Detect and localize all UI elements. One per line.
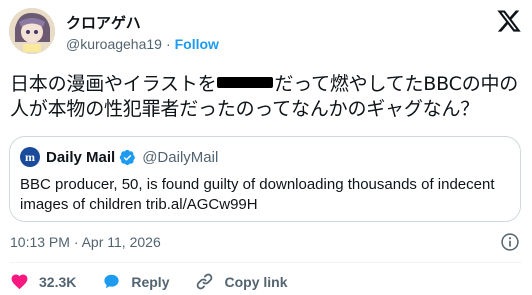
daily-mail-logo-icon: m: [20, 147, 40, 167]
quote-header: m Daily Mail @DailyMail: [20, 147, 218, 167]
link-icon: [197, 273, 213, 290]
avatar-image: [9, 8, 55, 54]
quote-source-handle: @DailyMail: [142, 148, 219, 166]
follow-button[interactable]: Follow: [175, 36, 219, 52]
reply-button[interactable]: Reply: [102, 272, 169, 291]
copy-link-button[interactable]: Copy link: [195, 272, 288, 291]
quote-text: BBC producer, 50, is found guilty of dow…: [20, 176, 495, 213]
info-icon[interactable]: [500, 232, 520, 252]
redaction-bar: [217, 77, 274, 88]
like-button[interactable]: 32.3K: [10, 272, 76, 291]
quoted-tweet-card[interactable]: m Daily Mail @DailyMail BBC producer, 50…: [9, 136, 521, 222]
heart-icon: [11, 274, 28, 290]
reply-bubble-icon: [104, 274, 119, 289]
quote-source-name: Daily Mail: [46, 148, 116, 166]
tweet-timestamp[interactable]: 10:13 PM · Apr 11, 2026: [10, 234, 161, 250]
like-count: 32.3K: [39, 273, 77, 290]
copy-link-label: Copy link: [224, 273, 288, 290]
verified-badge-icon: [119, 149, 136, 165]
author-handle[interactable]: @kuroageha19: [66, 36, 162, 52]
author-handle-row: @kuroageha19 · Follow: [66, 36, 219, 52]
tweet-text-part1: 日本の漫画やイラストを: [10, 73, 217, 95]
author-name[interactable]: クロアゲハ: [66, 12, 141, 33]
action-bar: 32.3K Reply Copy link: [10, 272, 314, 291]
x-logo-icon[interactable]: [496, 8, 522, 34]
reply-label: Reply: [131, 273, 170, 290]
divider: [10, 262, 522, 263]
tweet-text: 日本の漫画やイラストを だって燃やしてたBBCの中の人が本物の性犯罪者だったのって…: [10, 72, 525, 122]
avatar[interactable]: [9, 8, 55, 54]
separator-dot: ·: [165, 36, 171, 52]
